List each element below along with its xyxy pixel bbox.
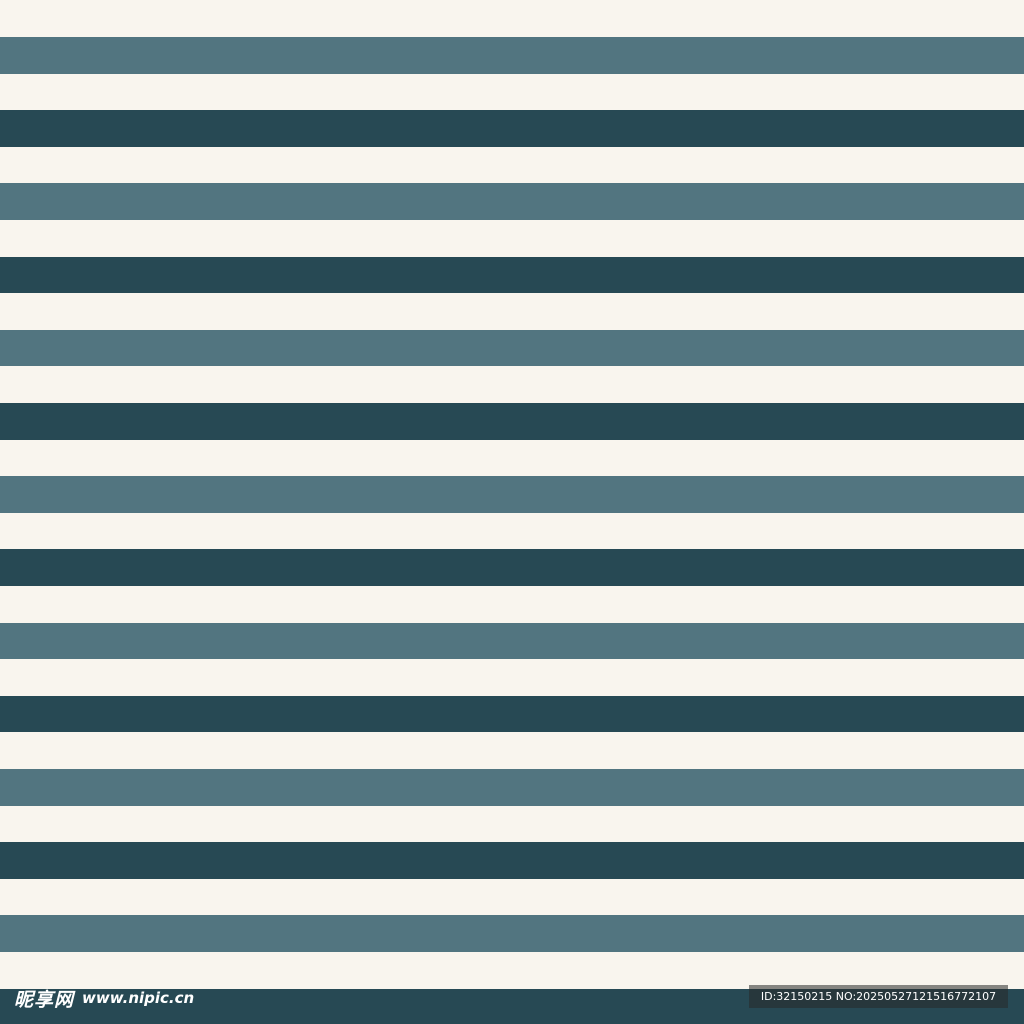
watermark-logo: 昵享网 www.nipic.cn (14, 985, 194, 1011)
light-stripe (0, 183, 1024, 220)
dark-stripe (0, 842, 1024, 879)
watermark-logo-text: 昵享网 (14, 988, 75, 1011)
light-stripe (0, 329, 1024, 367)
light-stripe (0, 915, 1024, 952)
dark-stripe (0, 256, 1024, 294)
light-stripe (0, 622, 1024, 660)
stripe-pattern (0, 0, 1024, 1024)
light-stripe (0, 476, 1024, 513)
light-stripe (0, 37, 1024, 74)
watermark-url: www.nipic.cn (82, 989, 195, 1007)
dark-stripe (0, 695, 1024, 733)
dark-stripe (0, 549, 1024, 586)
dark-stripe (0, 403, 1024, 440)
light-stripe (0, 769, 1024, 806)
dark-stripe (0, 110, 1024, 147)
watermark-id: ID:32150215 NO:20250527121516772107 (749, 985, 1008, 1008)
